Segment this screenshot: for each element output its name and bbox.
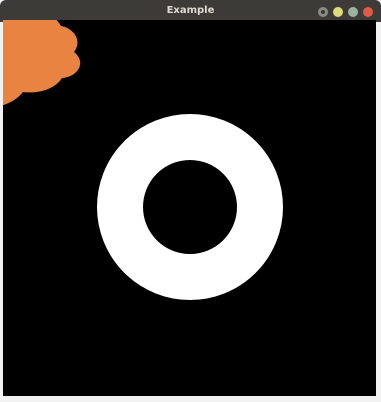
white-ring-shape: [97, 114, 283, 300]
maximize-icon[interactable]: [348, 7, 358, 17]
render-canvas[interactable]: [3, 20, 376, 396]
close-icon[interactable]: [363, 7, 373, 17]
minimize-icon[interactable]: [333, 7, 343, 17]
help-icon[interactable]: [318, 7, 328, 17]
titlebar[interactable]: Example: [0, 0, 381, 22]
window-controls: [318, 6, 373, 18]
app-window: Example: [0, 0, 381, 402]
orange-blob-shape: [3, 20, 81, 106]
